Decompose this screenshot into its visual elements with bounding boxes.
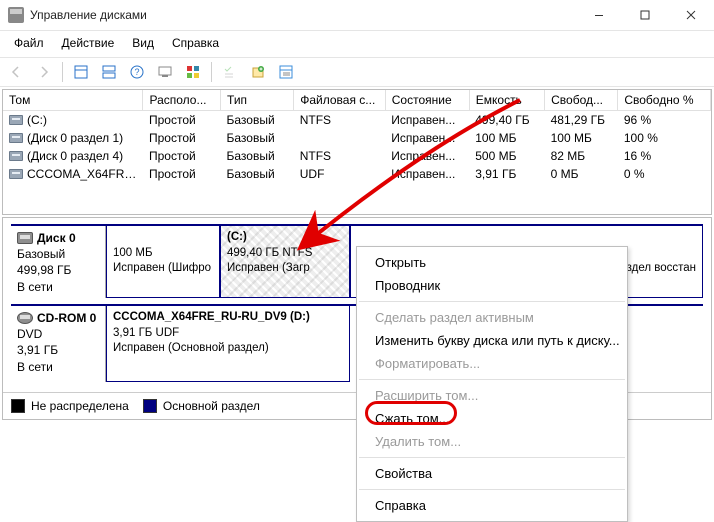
col-volume[interactable]: Том (3, 90, 143, 111)
palette-button[interactable] (181, 60, 205, 84)
col-type[interactable]: Тип (221, 90, 294, 111)
ctx-help[interactable]: Справка (357, 494, 627, 517)
cdrom-label[interactable]: CD-ROM 0 DVD 3,91 ГБ В сети (11, 306, 106, 382)
settings-button[interactable] (153, 60, 177, 84)
ctx-properties[interactable]: Свойства (357, 462, 627, 485)
ctx-delete: Удалить том... (357, 430, 627, 453)
menu-file[interactable]: Файл (6, 33, 52, 53)
checklist-button (218, 60, 242, 84)
table-row[interactable]: (C:)ПростойБазовыйNTFSИсправен...499,40 … (3, 111, 711, 130)
close-button[interactable] (668, 0, 714, 30)
ctx-shrink[interactable]: Сжать том... (357, 407, 627, 430)
properties-button[interactable] (274, 60, 298, 84)
add-button[interactable] (246, 60, 270, 84)
back-button (4, 60, 28, 84)
minimize-button[interactable] (576, 0, 622, 30)
col-state[interactable]: Состояние (385, 90, 469, 111)
disk0-label[interactable]: Диск 0 Базовый 499,98 ГБ В сети (11, 226, 106, 298)
col-free[interactable]: Свобод... (545, 90, 618, 111)
volume-table: Том Располо... Тип Файловая с... Состоян… (2, 89, 712, 215)
menubar: Файл Действие Вид Справка (0, 31, 714, 57)
menu-help[interactable]: Справка (164, 33, 227, 53)
svg-text:?: ? (134, 67, 139, 77)
view-bottom-button[interactable] (97, 60, 121, 84)
col-fs[interactable]: Файловая с... (294, 90, 386, 111)
volume-icon (9, 115, 23, 125)
column-headers[interactable]: Том Располо... Тип Файловая с... Состоян… (3, 90, 711, 111)
ctx-extend: Расширить том... (357, 384, 627, 407)
window-title: Управление дисками (30, 8, 576, 22)
ctx-open[interactable]: Открыть (357, 251, 627, 274)
legend-unallocated-swatch (11, 399, 25, 413)
disk0-partition-c[interactable]: (C:) 499,40 ГБ NTFS Исправен (Загр (220, 226, 350, 298)
forward-button (32, 60, 56, 84)
ctx-explorer[interactable]: Проводник (357, 274, 627, 297)
toolbar: ? (0, 57, 714, 87)
col-layout[interactable]: Располо... (143, 90, 221, 111)
cdrom-volume[interactable]: CCCOMA_X64FRE_RU-RU_DV9 (D:) 3,91 ГБ UDF… (106, 306, 350, 382)
help-button[interactable]: ? (125, 60, 149, 84)
col-capacity[interactable]: Емкость (469, 90, 544, 111)
menu-view[interactable]: Вид (124, 33, 162, 53)
maximize-button[interactable] (622, 0, 668, 30)
ctx-format: Форматировать... (357, 352, 627, 375)
ctx-change-letter[interactable]: Изменить букву диска или путь к диску... (357, 329, 627, 352)
disk0-partition-1[interactable]: 100 МБ Исправен (Шифро (106, 226, 220, 298)
legend-primary-swatch (143, 399, 157, 413)
volume-icon (9, 169, 23, 179)
context-menu: Открыть Проводник Сделать раздел активны… (356, 246, 628, 522)
table-row[interactable]: (Диск 0 раздел 1)ПростойБазовыйИсправен.… (3, 129, 711, 147)
titlebar: Управление дисками (0, 0, 714, 31)
menu-action[interactable]: Действие (54, 33, 123, 53)
table-row[interactable]: (Диск 0 раздел 4)ПростойБазовыйNTFSИспра… (3, 147, 711, 165)
cdrom-icon (17, 312, 33, 324)
volume-icon (9, 151, 23, 161)
disk-icon (17, 232, 33, 244)
ctx-make-active: Сделать раздел активным (357, 306, 627, 329)
volume-icon (9, 133, 23, 143)
app-icon (8, 7, 24, 23)
table-row[interactable]: CCCOMA_X64FRE...ПростойБазовыйUDFИсправе… (3, 165, 711, 183)
col-free-pct[interactable]: Свободно % (618, 90, 711, 111)
view-top-button[interactable] (69, 60, 93, 84)
